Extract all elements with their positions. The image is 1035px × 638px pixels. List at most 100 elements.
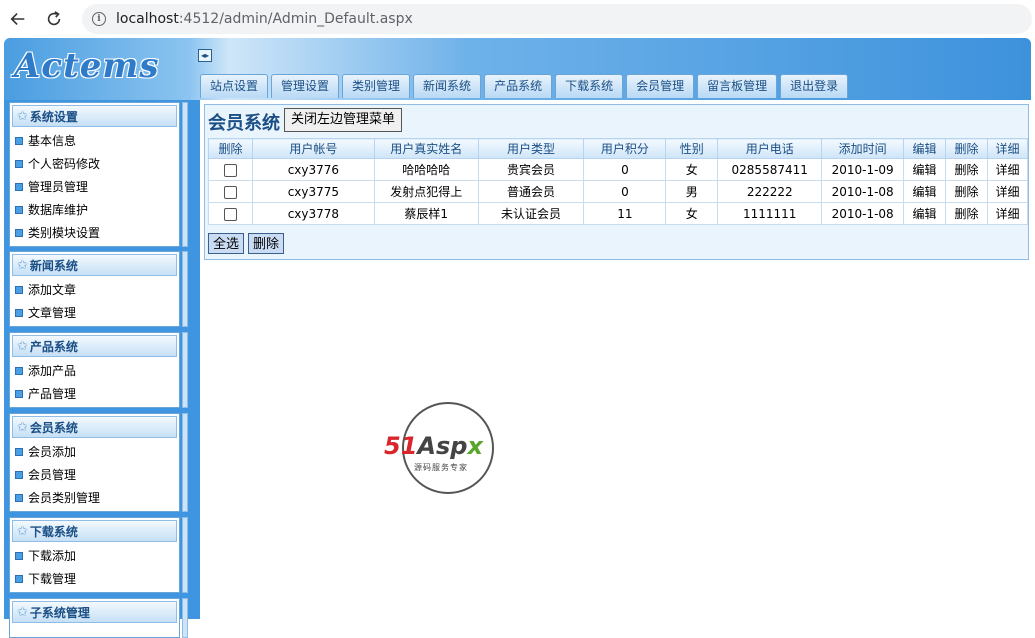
sidebar-group: ✩ 会员系统 会员添加会员管理会员类别管理 xyxy=(9,413,180,512)
cell-type: 未认证会员 xyxy=(477,202,585,225)
tab-5[interactable]: 下载系统 xyxy=(555,74,624,98)
square-bullet-icon xyxy=(15,447,23,456)
sidebar-item[interactable]: 文章管理 xyxy=(10,301,179,324)
close-left-menu-button[interactable]: 关闭左边管理菜单 xyxy=(284,108,403,132)
edit-link[interactable]: 编辑 xyxy=(903,202,947,225)
sidebar-item[interactable]: 个人密码修改 xyxy=(10,152,179,175)
sidebar-scrollbar[interactable] xyxy=(182,251,188,327)
column-header: 用户真实姓名 xyxy=(373,138,479,159)
square-bullet-icon xyxy=(15,228,23,237)
row-checkbox-cell xyxy=(208,180,253,203)
star-icon: ✩ xyxy=(17,604,28,620)
column-header: 用户电话 xyxy=(717,138,823,159)
table-body: cxy3776 哈哈哈哈 贵宾会员 0 女 0285587411 2010-1-09 编辑 删除… xyxy=(208,158,1029,225)
sidebar-group-header[interactable]: ✩ 会员系统 xyxy=(12,416,177,438)
sidebar-item-label: 基本信息 xyxy=(28,134,77,148)
square-bullet-icon xyxy=(15,470,23,479)
tab-2[interactable]: 类别管理 xyxy=(342,74,411,98)
sidebar-item[interactable]: 数据库维护 xyxy=(10,198,179,221)
sidebar-group-title: 系统设置 xyxy=(29,109,78,124)
sidebar-group-header[interactable]: ✩ 系统设置 xyxy=(12,105,177,127)
star-icon: ✩ xyxy=(17,523,28,539)
sidebar-scrollbar[interactable] xyxy=(182,598,188,638)
sidebar-scrollbar[interactable] xyxy=(182,332,188,408)
column-header: 用户类型 xyxy=(477,138,585,159)
sidebar-item-label: 下载管理 xyxy=(28,572,77,586)
watermark-tagline: 源码服务专家 xyxy=(414,463,468,472)
star-icon: ✩ xyxy=(17,338,28,354)
sidebar-item[interactable]: 类别模块设置 xyxy=(10,221,179,244)
sidebar-group-title: 子系统管理 xyxy=(29,605,90,620)
row-checkbox-cell xyxy=(208,202,253,225)
sidebar-item[interactable]: 产品管理 xyxy=(10,382,179,405)
sidebar-item-label: 个人密码修改 xyxy=(28,157,101,171)
column-header: 用户积分 xyxy=(583,138,667,159)
address-bar[interactable]: i localhost:4512/admin/Admin_Default.asp… xyxy=(82,4,1032,34)
reload-button[interactable] xyxy=(36,1,72,37)
cell-date: 2010-1-08 xyxy=(821,180,905,203)
info-icon[interactable]: i xyxy=(92,12,106,26)
tab-7[interactable]: 留言板管理 xyxy=(697,74,778,98)
square-bullet-icon xyxy=(15,136,23,145)
edit-link[interactable]: 编辑 xyxy=(903,180,947,203)
sidebar-group: ✩ 新闻系统 添加文章 文章管理 xyxy=(9,251,180,327)
sidebar-item[interactable]: 下载添加 xyxy=(10,544,179,567)
row-checkbox[interactable] xyxy=(223,207,237,221)
detail-link[interactable]: 详细 xyxy=(986,202,1029,225)
sidebar-scrollbar[interactable] xyxy=(182,413,188,512)
sidebar-scrollbar[interactable] xyxy=(182,517,188,593)
sidebar-item-label: 类别模块设置 xyxy=(28,226,101,240)
sidebar-item[interactable]: 会员类别管理 xyxy=(10,486,179,509)
back-button[interactable] xyxy=(0,1,36,37)
square-bullet-icon xyxy=(15,389,23,398)
tab-8[interactable]: 退出登录 xyxy=(780,74,849,98)
sidebar-item[interactable]: 基本信息 xyxy=(10,129,179,152)
cell-account: cxy3778 xyxy=(251,202,375,225)
square-bullet-icon xyxy=(15,285,23,294)
browser-toolbar: i localhost:4512/admin/Admin_Default.asp… xyxy=(0,0,1035,38)
delete-selected-button[interactable]: 删除 xyxy=(248,233,285,254)
sidebar: ✩ 系统设置 基本信息 个人密码修改 管理员管理 数据库维护 类别模块设置 ✩ 新闻系统 添加文章… xyxy=(4,100,196,638)
sidebar-group-header[interactable]: ✩ 子系统管理 xyxy=(12,601,177,623)
delete-link[interactable]: 删除 xyxy=(945,202,988,225)
row-checkbox[interactable] xyxy=(223,163,237,177)
sidebar-item[interactable]: 会员添加 xyxy=(10,440,179,463)
row-checkbox[interactable] xyxy=(223,185,237,199)
delete-link[interactable]: 删除 xyxy=(945,180,988,203)
cell-name: 发射点犯得上 xyxy=(373,180,479,203)
square-bullet-icon xyxy=(15,182,23,191)
sidebar-item-label: 管理员管理 xyxy=(28,180,89,194)
delete-link[interactable]: 删除 xyxy=(945,158,988,181)
sidebar-scrollbar[interactable] xyxy=(182,102,188,247)
tab-1[interactable]: 管理设置 xyxy=(271,74,340,98)
sidebar-item-label: 会员管理 xyxy=(28,468,77,482)
sidebar-item[interactable]: 管理员管理 xyxy=(10,175,179,198)
tab-0[interactable]: 站点设置 xyxy=(200,74,269,98)
url-host: localhost xyxy=(116,11,179,27)
edit-link[interactable]: 编辑 xyxy=(903,158,947,181)
logo: Actems xyxy=(14,46,160,86)
sidebar-group-header[interactable]: ✩ 新闻系统 xyxy=(12,254,177,276)
collapse-toggle-icon[interactable]: ◂▸ xyxy=(198,49,212,62)
sidebar-item[interactable]: 会员管理 xyxy=(10,463,179,486)
sidebar-group-title: 会员系统 xyxy=(29,420,78,435)
cell-account: cxy3776 xyxy=(251,158,375,181)
star-icon: ✩ xyxy=(17,257,28,273)
sidebar-item[interactable]: 添加产品 xyxy=(10,359,179,382)
sidebar-item[interactable]: 添加文章 xyxy=(10,278,179,301)
select-all-button[interactable]: 全选 xyxy=(208,233,245,254)
sidebar-group-header[interactable]: ✩ 下载系统 xyxy=(12,520,177,542)
tab-4[interactable]: 产品系统 xyxy=(484,74,553,98)
sidebar-item[interactable]: 下载管理 xyxy=(10,567,179,590)
detail-link[interactable]: 详细 xyxy=(986,158,1029,181)
sidebar-group-header[interactable]: ✩ 产品系统 xyxy=(12,335,177,357)
bulk-actions: 全选 删除 xyxy=(208,233,285,254)
cell-points: 0 xyxy=(583,158,667,181)
square-bullet-icon xyxy=(15,551,23,560)
sidebar-group: ✩ 系统设置基本信息个人密码修改 管理员管理数据库维护类别模块设置 xyxy=(9,102,180,247)
tab-6[interactable]: 会员管理 xyxy=(626,74,695,98)
column-header: 删除 xyxy=(945,138,988,159)
tab-3[interactable]: 新闻系统 xyxy=(413,74,482,98)
detail-link[interactable]: 详细 xyxy=(986,180,1029,203)
cell-name: 蔡辰样1 xyxy=(373,202,479,225)
